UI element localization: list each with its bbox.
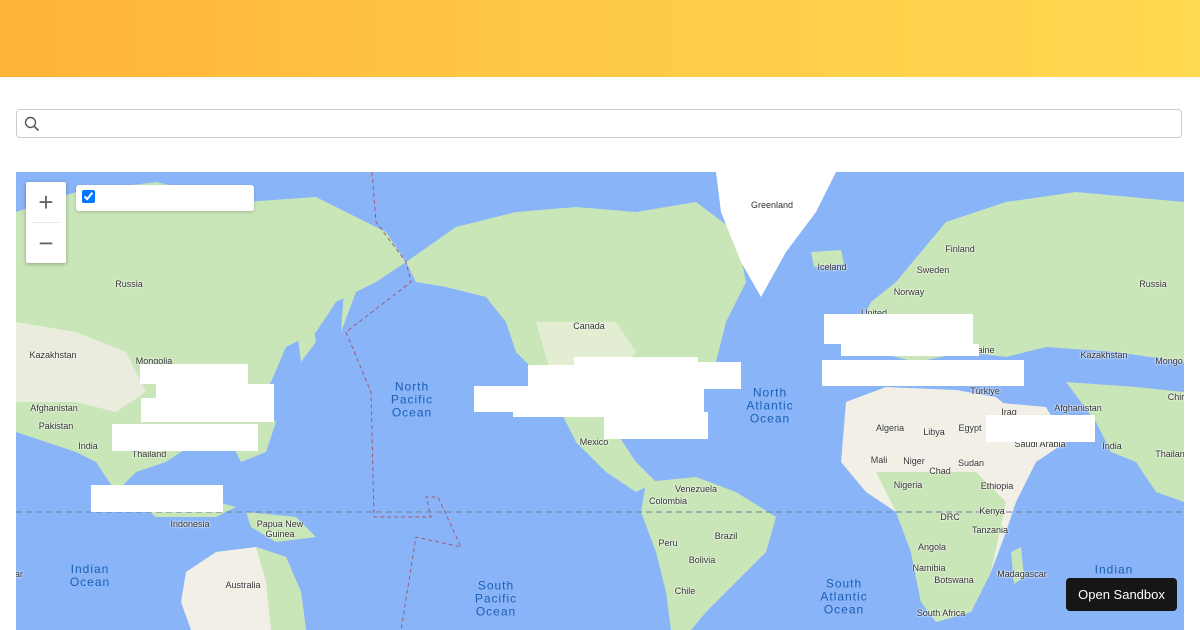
label-afghanistan-east: Afghanistan	[1054, 403, 1102, 413]
label-sweden: Sweden	[916, 265, 950, 275]
search-bar[interactable]	[16, 109, 1182, 138]
label-edge-left: ar	[16, 569, 24, 579]
label-chile: Chile	[674, 586, 696, 596]
label-madagascar: Madagascar	[997, 569, 1047, 579]
label-peru: Peru	[658, 538, 678, 548]
marker-overlay	[141, 398, 274, 422]
zoom-in-button[interactable]: +	[26, 182, 66, 222]
label-namibia: Namibia	[912, 563, 946, 573]
zoom-control: + −	[26, 182, 66, 263]
marker-overlay	[574, 357, 698, 367]
label-south-pacific-ocean: South Pacific Ocean	[474, 578, 518, 619]
label-ethiopia: Ethiopia	[980, 481, 1014, 491]
label-afghanistan-west: Afghanistan	[30, 403, 78, 413]
label-pakistan: Pakistan	[38, 421, 74, 431]
label-russia-east: Russia	[1139, 279, 1167, 289]
label-iceland: Iceland	[817, 262, 847, 272]
label-australia: Australia	[225, 580, 261, 590]
marker-overlay	[112, 424, 258, 451]
search-input[interactable]	[47, 112, 1171, 137]
marker-overlay	[841, 344, 979, 356]
label-mali: Mali	[870, 455, 888, 465]
label-nigeria: Nigeria	[893, 480, 923, 490]
world-map[interactable]: Greenland Iceland Finland Sweden Norway …	[16, 172, 1184, 630]
label-greenland: Greenland	[750, 200, 794, 210]
label-bolivia: Bolivia	[688, 555, 716, 565]
label-niger: Niger	[903, 456, 925, 466]
label-venezuela: Venezuela	[674, 484, 718, 494]
label-kenya: Kenya	[979, 506, 1005, 516]
label-kazakhstan-east: Kazakhstan	[1080, 350, 1128, 360]
label-china-partial: Chir	[1167, 392, 1184, 402]
label-drc: DRC	[940, 512, 960, 522]
label-indonesia: Indonesia	[170, 519, 210, 529]
open-sandbox-button[interactable]: Open Sandbox	[1066, 578, 1177, 611]
header-banner	[0, 0, 1200, 77]
label-kazakhstan-west: Kazakhstan	[29, 350, 77, 360]
label-papua-new-guinea: Papua New Guinea	[256, 519, 304, 539]
label-algeria: Algeria	[875, 423, 905, 433]
label-norway: Norway	[893, 287, 925, 297]
label-angola: Angola	[917, 542, 947, 552]
marker-overlay	[140, 364, 248, 384]
label-canada: Canada	[573, 321, 605, 331]
label-mongolia-east: Mongo	[1155, 356, 1183, 366]
label-india-west: India	[78, 441, 98, 451]
label-indian-ocean-west: Indian Ocean	[69, 562, 111, 589]
marker-overlay	[156, 384, 274, 398]
marker-overlay	[824, 314, 973, 344]
label-tanzania: Tanzania	[971, 525, 1009, 535]
label-colombia: Colombia	[648, 496, 688, 506]
search-icon	[24, 116, 40, 132]
label-turkiye: Türkiye	[970, 386, 1000, 396]
label-india-east: India	[1102, 441, 1122, 451]
layer-checkbox[interactable]	[82, 190, 95, 203]
label-north-pacific-ocean: North Pacific Ocean	[390, 379, 434, 420]
marker-overlay	[822, 360, 1024, 386]
label-botswana: Botswana	[934, 575, 974, 585]
label-thailand-east: Thailan	[1155, 449, 1184, 459]
layer-toggle[interactable]	[76, 185, 254, 211]
label-egypt: Egypt	[958, 423, 982, 433]
label-south-africa: South Africa	[916, 608, 966, 618]
label-finland: Finland	[945, 244, 975, 254]
label-south-atlantic-ocean: South Atlantic Ocean	[820, 576, 868, 617]
label-russia-west: Russia	[115, 279, 143, 289]
marker-overlay	[474, 386, 704, 412]
label-libya: Libya	[923, 427, 945, 437]
label-chad: Chad	[929, 466, 951, 476]
label-indian-ocean-east: Indian	[1094, 562, 1134, 577]
marker-overlay	[698, 362, 741, 389]
label-ukraine: aine	[977, 345, 995, 355]
marker-overlay	[513, 412, 604, 417]
marker-overlay	[604, 412, 708, 439]
marker-overlay	[986, 415, 1095, 442]
label-brazil: Brazil	[714, 531, 738, 541]
label-sudan: Sudan	[957, 458, 985, 468]
marker-overlay	[528, 365, 698, 387]
zoom-out-button[interactable]: −	[26, 223, 66, 263]
marker-overlay	[91, 485, 223, 512]
label-north-atlantic-ocean: North Atlantic Ocean	[746, 385, 794, 426]
